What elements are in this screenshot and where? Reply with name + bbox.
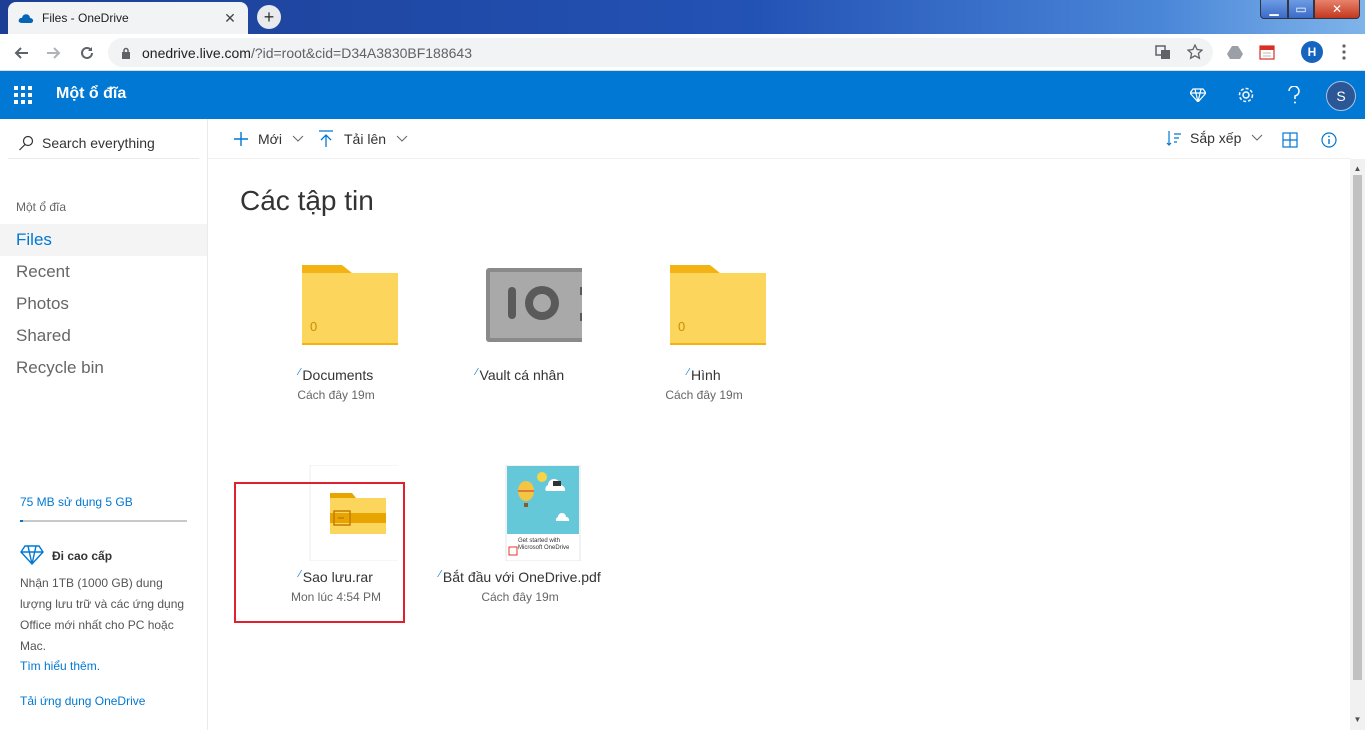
nav-heading: Một ổ đĩa (16, 200, 67, 214)
search-placeholder: Search everything (42, 134, 155, 151)
main-content: Các tập tin 0 ⁄ Documents Cách đây 19m ⁄ V… (208, 159, 1350, 730)
sidebar-item-photos[interactable]: Photos (0, 288, 207, 320)
grid-view-icon[interactable] (1280, 130, 1300, 150)
storage-progress-bar (20, 520, 187, 522)
get-app-link[interactable]: Tải ứng dụng OneDrive (20, 694, 145, 708)
calendar-extension-icon[interactable] (1257, 42, 1277, 62)
upload-arrow-icon (319, 130, 333, 147)
file-tile-documents[interactable]: 0 ⁄ Documents Cách đây 19m (244, 263, 428, 413)
browser-toolbar: onedrive.live.com/?id=root&cid=D34A3830B… (0, 34, 1365, 71)
scroll-down-arrow-icon[interactable]: ▼ (1350, 712, 1365, 726)
chevron-down-icon (396, 135, 408, 142)
bookmark-star-icon[interactable] (1185, 42, 1205, 62)
sync-icon: ⁄ (687, 367, 690, 378)
storage-usage-link[interactable]: 75 MB sử dụng 5 GB (20, 495, 133, 509)
browser-menu-icon[interactable] (1334, 42, 1354, 62)
premium-description: Nhận 1TB (1000 GB) dung lượng lưu trữ và… (20, 576, 185, 653)
forward-arrow-icon[interactable] (41, 40, 67, 66)
sync-icon: ⁄ (475, 367, 478, 378)
scrollbar-thumb[interactable] (1353, 175, 1362, 680)
help-icon[interactable] (1282, 83, 1306, 107)
browser-profile-avatar[interactable]: H (1301, 41, 1323, 63)
settings-gear-icon[interactable] (1234, 83, 1258, 107)
file-date: Cách đây 19m (297, 388, 375, 402)
learn-more-link[interactable]: Tìm hiểu thêm. (20, 659, 100, 673)
folder-count: 0 (310, 319, 317, 334)
file-tile-pictures[interactable]: 0 ⁄ Hình Cách đây 19m (612, 263, 796, 413)
chevron-down-icon (1252, 134, 1263, 141)
file-tile-backup-rar[interactable]: ⁄ Sao lưu.rar Mon lúc 4:54 PM (244, 465, 428, 615)
url-path: /?id=root&cid=D34A3830BF188643 (250, 44, 472, 61)
sort-button[interactable]: Sắp xếp (1166, 130, 1263, 146)
search-input[interactable]: Search everything (8, 127, 199, 159)
browser-titlebar: Files - OneDrive ✕ + ▁ ▭ ✕ (0, 0, 1365, 34)
file-name[interactable]: ⁄ Vault cá nhân (428, 367, 612, 383)
plus-icon (234, 132, 248, 146)
file-date: Cách đây 19m (481, 590, 559, 604)
pdf-thumbnail-icon: Get started with Microsoft OneDrive (505, 465, 581, 561)
search-icon (19, 135, 34, 150)
address-bar[interactable]: onedrive.live.com/?id=root&cid=D34A3830B… (108, 38, 1213, 67)
sidebar-item-shared[interactable]: Shared (0, 320, 207, 352)
premium-diamond-icon (20, 545, 44, 565)
archive-file-icon (309, 465, 398, 561)
premium-title: Đi cao cấp (52, 549, 113, 563)
left-navigation: Search everything Một ổ đĩa Files Recent… (0, 119, 208, 730)
file-name[interactable]: ⁄ Bắt đầu với OneDrive.pdf (428, 569, 612, 585)
sync-icon: ⁄ (298, 367, 301, 378)
browser-tab[interactable]: Files - OneDrive ✕ (8, 2, 248, 34)
sync-icon: ⁄ (439, 569, 441, 580)
translate-icon[interactable] (1153, 42, 1173, 62)
new-tab-button[interactable]: + (257, 5, 281, 29)
file-tile-personal-vault[interactable]: ⁄ Vault cá nhân (428, 263, 612, 413)
app-header: Một ổ đĩa S (0, 71, 1365, 119)
window-close-button[interactable]: ✕ (1314, 0, 1360, 19)
drive-extension-icon[interactable] (1225, 42, 1245, 62)
file-name[interactable]: ⁄ Hình (612, 367, 796, 383)
command-bar: Mới Tải lên Sắp xếp (208, 119, 1350, 159)
storage-progress-fill (20, 520, 23, 522)
sidebar-item-recent[interactable]: Recent (0, 256, 207, 288)
folder-count: 0 (678, 319, 685, 334)
new-label: Mới (258, 131, 282, 147)
scroll-up-arrow-icon[interactable]: ▲ (1350, 161, 1365, 175)
sync-icon: ⁄ (299, 569, 301, 580)
vault-safe-icon (486, 268, 582, 342)
new-button[interactable]: Mới (232, 130, 304, 148)
app-launcher-icon[interactable] (14, 86, 32, 104)
folder-icon: 0 (302, 265, 398, 345)
file-date: Mon lúc 4:54 PM (290, 590, 382, 604)
url-host: onedrive.live.com (142, 44, 251, 61)
vertical-scrollbar[interactable]: ▲ ▼ (1350, 159, 1365, 730)
page-title: Các tập tin (240, 185, 374, 216)
sort-label: Sắp xếp (1190, 130, 1242, 146)
sidebar-item-files[interactable]: Files (0, 224, 207, 256)
back-arrow-icon[interactable] (8, 40, 34, 66)
premium-diamond-icon[interactable] (1186, 83, 1210, 107)
tab-close-icon[interactable]: ✕ (222, 10, 238, 27)
file-tile-getting-started-pdf[interactable]: Get started with Microsoft OneDrive ⁄ Bắt … (428, 465, 612, 615)
lock-icon (122, 47, 130, 59)
file-name[interactable]: ⁄ Sao lưu.rar (244, 569, 428, 585)
folder-icon: 0 (670, 265, 766, 345)
reload-icon[interactable] (74, 40, 100, 66)
chevron-down-icon (292, 135, 304, 142)
upload-label: Tải lên (344, 131, 387, 147)
file-date: Cách đây 19m (665, 388, 743, 402)
info-icon[interactable] (1319, 130, 1339, 150)
sidebar-item-recycle-bin[interactable]: Recycle bin (0, 352, 207, 384)
sort-icon (1166, 131, 1181, 146)
window-minimize-button[interactable]: ▁ (1260, 0, 1288, 19)
upload-button[interactable]: Tải lên (318, 130, 408, 148)
tab-title: Files - OneDrive (42, 11, 129, 25)
user-avatar[interactable]: S (1326, 81, 1356, 111)
app-name[interactable]: Một ổ đĩa (56, 85, 126, 103)
window-maximize-button[interactable]: ▭ (1288, 0, 1314, 19)
file-name[interactable]: ⁄ Documents (244, 367, 428, 383)
onedrive-logo-icon (18, 14, 34, 23)
